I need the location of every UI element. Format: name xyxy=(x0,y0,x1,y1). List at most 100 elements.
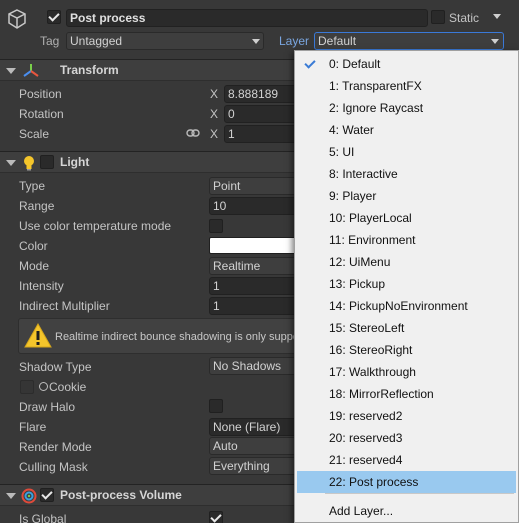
layer-menu-item[interactable]: 5: UI xyxy=(297,141,516,163)
layer-menu-item[interactable]: 17: Walkthrough xyxy=(297,361,516,383)
foldout-arrow-icon[interactable] xyxy=(6,160,16,166)
layer-menu-item[interactable]: 11: Environment xyxy=(297,229,516,251)
light-bulb-icon xyxy=(22,155,36,171)
transform-title: Transform xyxy=(60,63,119,77)
layer-menu-item[interactable]: 20: reserved3 xyxy=(297,427,516,449)
mode-label: Mode xyxy=(19,259,50,273)
link-icon[interactable] xyxy=(186,127,200,139)
layer-menu-item[interactable]: 19: reserved2 xyxy=(297,405,516,427)
static-label: Static xyxy=(449,11,480,25)
light-enabled-checkbox[interactable] xyxy=(40,155,54,169)
layer-menu-item-label: 4: Water xyxy=(329,123,374,137)
type-dropdown[interactable]: Point xyxy=(209,177,298,195)
rotation-x-axis-label: X xyxy=(210,107,219,121)
active-checkbox[interactable] xyxy=(47,10,61,24)
flare-field[interactable]: None (Flare) xyxy=(209,418,298,436)
rotation-label: Rotation xyxy=(19,107,64,121)
layer-menu-item-label: 9: Player xyxy=(329,189,377,203)
foldout-arrow-icon[interactable] xyxy=(6,493,16,499)
cookie-checkbox[interactable] xyxy=(20,380,34,394)
culling-mask-dropdown[interactable]: Everything xyxy=(209,457,298,475)
object-name-field[interactable]: Post process xyxy=(66,9,428,27)
layer-menu-item-label: 19: reserved2 xyxy=(329,409,403,423)
scale-x-axis-label: X xyxy=(210,127,219,141)
layer-menu-item-label: 2: Ignore Raycast xyxy=(329,101,424,115)
layer-dropdown[interactable]: Default xyxy=(314,32,504,50)
draw-halo-label: Draw Halo xyxy=(19,400,76,414)
intensity-label: Intensity xyxy=(19,279,64,293)
transform-icon xyxy=(23,63,39,79)
is-global-checkbox[interactable] xyxy=(209,511,223,523)
layer-menu-item[interactable]: 18: MirrorReflection xyxy=(297,383,516,405)
render-mode-dropdown[interactable]: Auto xyxy=(209,437,298,455)
type-label: Type xyxy=(19,179,46,193)
cookie-object-icon xyxy=(39,382,48,391)
culling-mask-label: Culling Mask xyxy=(19,460,88,474)
post-volume-enabled-checkbox[interactable] xyxy=(40,488,54,502)
layer-dropdown-caret xyxy=(491,39,499,44)
color-temp-checkbox[interactable] xyxy=(209,219,223,233)
layer-menu-item-label: 8: Interactive xyxy=(329,167,398,181)
static-dropdown-caret[interactable] xyxy=(493,14,501,19)
color-label: Color xyxy=(19,239,48,253)
layer-menu-item[interactable]: 13: Pickup xyxy=(297,273,516,295)
layer-menu-item-label: 16: StereoRight xyxy=(329,343,413,357)
range-label: Range xyxy=(19,199,55,213)
layer-menu-item[interactable]: 0: Default xyxy=(297,53,516,75)
layer-menu-item[interactable]: 4: Water xyxy=(297,119,516,141)
layer-menu-item-label: 12: UiMenu xyxy=(329,255,391,269)
position-label: Position xyxy=(19,87,62,101)
range-field[interactable]: 10 xyxy=(209,197,298,215)
mode-dropdown[interactable]: Realtime xyxy=(209,257,298,275)
warning-box: Realtime indirect bounce shadowing is on… xyxy=(18,318,308,354)
tag-dropdown[interactable]: Untagged xyxy=(66,32,264,50)
layer-menu-item[interactable]: 21: reserved4 xyxy=(297,449,516,471)
tag-dropdown-caret xyxy=(252,39,260,44)
layer-menu-item[interactable]: 15: StereoLeft xyxy=(297,317,516,339)
layer-menu-item[interactable]: 8: Interactive xyxy=(297,163,516,185)
layer-menu-item-label: 17: Walkthrough xyxy=(329,365,416,379)
layer-menu-item[interactable]: 12: UiMenu xyxy=(297,251,516,273)
layer-dropdown-menu: 0: Default 1: TransparentFX 2: Ignore Rayc… xyxy=(294,50,519,523)
layer-menu-item-label: 13: Pickup xyxy=(329,277,386,291)
draw-halo-checkbox[interactable] xyxy=(209,399,223,413)
intensity-field[interactable]: 1 xyxy=(209,277,298,295)
rotation-x-field[interactable]: 0 xyxy=(224,105,298,123)
layer-menu-item-label: 11: Environment xyxy=(329,233,416,247)
shadow-type-dropdown[interactable]: No Shadows xyxy=(209,357,298,375)
layer-menu-item-label: 0: Default xyxy=(329,57,381,71)
scale-label: Scale xyxy=(19,127,50,141)
layer-menu-item-label: 5: UI xyxy=(329,145,355,159)
post-process-volume-icon xyxy=(21,488,37,504)
static-checkbox[interactable] xyxy=(431,10,445,24)
layer-menu-item[interactable]: 16: StereoRight xyxy=(297,339,516,361)
layer-menu-item[interactable]: 14: PickupNoEnvironment xyxy=(297,295,516,317)
render-mode-label: Render Mode xyxy=(19,440,92,454)
layer-menu-item[interactable]: 1: TransparentFX xyxy=(297,75,516,97)
layer-menu-item-label: 18: MirrorReflection xyxy=(329,387,434,401)
layer-menu-item-label: 20: reserved3 xyxy=(329,431,403,445)
cookie-label: Cookie xyxy=(49,380,87,394)
light-title: Light xyxy=(60,155,90,169)
layer-menu-item-label: 22: Post process xyxy=(329,475,419,489)
flare-label: Flare xyxy=(19,420,47,434)
indirect-multiplier-field[interactable]: 1 xyxy=(209,297,298,315)
position-x-axis-label: X xyxy=(210,87,219,101)
scale-x-field[interactable]: 1 xyxy=(224,125,298,143)
layer-menu-item-label: 10: PlayerLocal xyxy=(329,211,412,225)
layer-menu-item[interactable]: 22: Post process xyxy=(297,471,516,493)
layer-menu-item-label: 14: PickupNoEnvironment xyxy=(329,299,468,313)
add-layer-menu-item[interactable]: Add Layer... xyxy=(297,500,516,522)
layer-menu-item[interactable]: 2: Ignore Raycast xyxy=(297,97,516,119)
position-x-field[interactable]: 8.888189 xyxy=(224,85,298,103)
layer-menu-item[interactable]: 10: PlayerLocal xyxy=(297,207,516,229)
checkmark-icon xyxy=(304,57,316,69)
layer-label: Layer xyxy=(279,34,310,48)
color-temp-label: Use color temperature mode xyxy=(19,219,172,233)
layer-menu-item[interactable]: 9: Player xyxy=(297,185,516,207)
color-swatch[interactable] xyxy=(209,237,298,254)
layer-menu-item-label: 1: TransparentFX xyxy=(329,79,422,93)
indirect-multiplier-label: Indirect Multiplier xyxy=(19,299,110,313)
foldout-arrow-icon[interactable] xyxy=(6,68,16,74)
warning-text: Realtime indirect bounce shadowing is on… xyxy=(55,331,299,343)
